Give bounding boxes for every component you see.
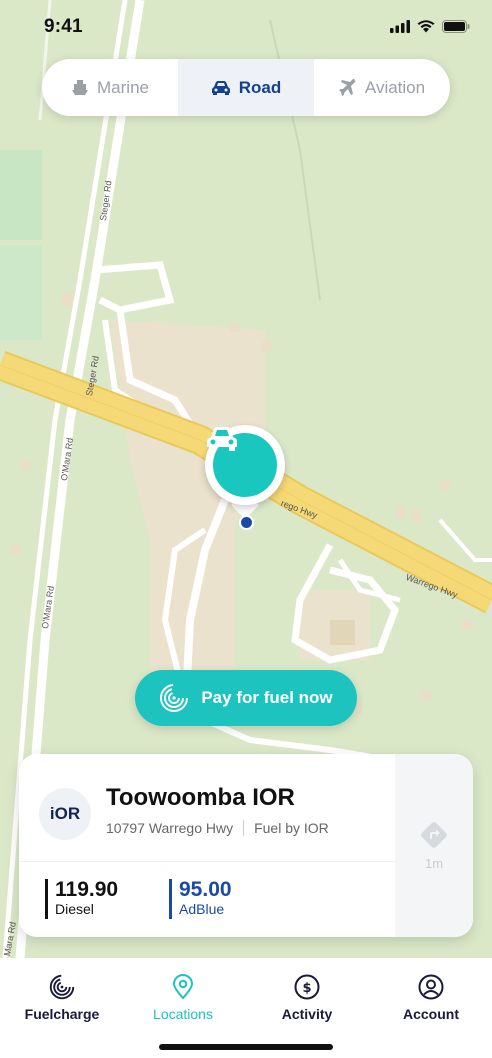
station-subtitle: 10797 Warrego Hwy Fuel by IOR [106, 820, 329, 836]
status-bar: 9:41 [0, 0, 492, 54]
dollar-circle-icon: $ [294, 974, 320, 1000]
navigate-button[interactable]: 1m [395, 754, 473, 937]
directions-icon [421, 822, 447, 848]
tab-label: Activity [281, 1006, 333, 1022]
price-adblue: 95.00 AdBlue [169, 878, 232, 919]
price-value: 95.00 [179, 878, 232, 901]
car-icon [211, 80, 230, 95]
mode-tab-road[interactable]: Road [178, 59, 314, 116]
mode-tab-aviation[interactable]: Aviation [314, 59, 450, 116]
price-diesel: 119.90 Diesel [45, 878, 119, 919]
tab-account[interactable]: Account [381, 974, 481, 1022]
fuelcharge-icon [160, 684, 189, 712]
svg-text:$: $ [302, 981, 311, 996]
station-card[interactable]: iOR Toowoomba IOR 10797 Warrego Hwy Fuel… [19, 754, 473, 937]
battery-icon [442, 20, 470, 33]
tab-fuelcharge[interactable]: Fuelcharge [12, 974, 112, 1022]
station-map-pin[interactable] [205, 425, 285, 520]
mode-label: Road [238, 77, 282, 97]
car-icon [207, 427, 237, 451]
station-brand-logo: iOR [39, 788, 91, 840]
pay-button-label: Pay for fuel now [201, 688, 333, 707]
mode-label: Aviation [364, 77, 426, 97]
tab-label: Fuelcharge [24, 1006, 100, 1022]
transport-mode-switch: Marine Road Aviation [42, 59, 450, 116]
distance-label: 1m [424, 856, 444, 871]
status-time: 9:41 [44, 16, 83, 37]
divider [19, 861, 395, 862]
fuel-type-label: AdBlue [179, 901, 225, 917]
fuelcharge-icon [49, 974, 75, 1000]
wifi-icon [417, 20, 435, 33]
fuel-type-label: Diesel [55, 901, 94, 917]
cellular-signal-icon [390, 20, 410, 33]
tab-locations[interactable]: Locations [133, 974, 233, 1022]
location-pin-icon [172, 974, 194, 1000]
user-circle-icon [418, 974, 444, 1000]
home-indicator [159, 1044, 333, 1050]
plane-icon [338, 78, 356, 96]
pay-for-fuel-button[interactable]: Pay for fuel now [135, 670, 357, 726]
tab-activity[interactable]: $ Activity [257, 974, 357, 1022]
bottom-tab-bar: Fuelcharge Locations $ Activity Account [0, 958, 492, 1058]
current-location-dot [239, 515, 254, 530]
tab-label: Locations [153, 1006, 213, 1022]
price-value: 119.90 [55, 878, 119, 901]
station-name: Toowoomba IOR [106, 784, 295, 811]
mode-label: Marine [97, 77, 149, 97]
station-details[interactable]: iOR Toowoomba IOR 10797 Warrego Hwy Fuel… [19, 754, 395, 937]
station-provider: Fuel by IOR [254, 820, 329, 836]
station-address: 10797 Warrego Hwy [106, 820, 234, 836]
mode-tab-marine[interactable]: Marine [42, 59, 178, 116]
tab-label: Account [403, 1006, 459, 1022]
ship-icon [72, 79, 89, 95]
divider [243, 820, 245, 836]
